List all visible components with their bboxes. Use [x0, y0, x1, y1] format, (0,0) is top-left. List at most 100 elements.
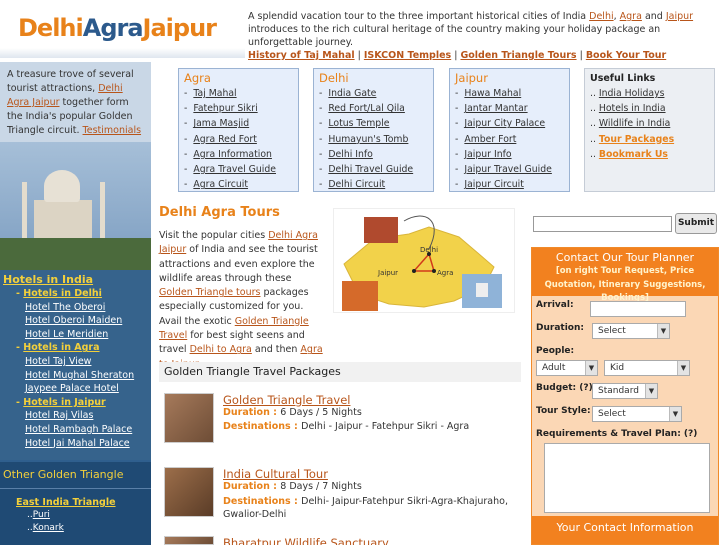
hotels-agra-link[interactable]: Hotels in Agra	[23, 342, 99, 353]
budget-select[interactable]: Standard ▼	[592, 383, 658, 399]
adult-select[interactable]: Adult ▼	[536, 360, 598, 376]
east-india-triangle-link[interactable]: East India Triangle	[0, 496, 151, 509]
useful-link[interactable]: .. India Holidays	[590, 86, 714, 101]
map-label-agra: Agra	[437, 269, 453, 277]
city-link[interactable]: - Amber Fort	[455, 132, 569, 147]
package-title-link[interactable]: Bharatpur Wildlife Sanctuary	[223, 536, 389, 545]
city-link[interactable]: - Delhi Info	[319, 147, 433, 162]
requirements-textarea[interactable]	[544, 443, 710, 513]
tagline: A splendid vacation tour to the three im…	[248, 10, 726, 62]
hotel-link[interactable]: Jaypee Palace Hotel	[0, 382, 151, 396]
agra-box: Agra - Taj Mahal - Fatehpur Sikri - Jama Ma…	[178, 68, 299, 192]
planner-header: Contact Our Tour Planner [on right Tour …	[532, 248, 718, 303]
package-duration: Duration : 6 Days / 5 Nights	[223, 407, 362, 418]
package-title-link[interactable]: India Cultural Tour	[223, 467, 328, 481]
hotel-link[interactable]: Hotel Raj Vilas	[0, 409, 151, 423]
tours-link[interactable]: Delhi to Agra	[190, 344, 252, 355]
package-thumbnail[interactable]	[164, 536, 214, 545]
hotels-india-link[interactable]: Hotels in India	[0, 272, 151, 287]
other-item[interactable]: ..Konark	[0, 522, 151, 535]
arrival-input[interactable]	[590, 301, 686, 317]
golden-triangle-link[interactable]: Golden Triangle Tours	[460, 50, 576, 61]
contact-info-header: Your Contact Information	[532, 516, 718, 544]
package-item: Bharatpur Wildlife Sanctuary	[159, 536, 521, 545]
city-link[interactable]: - Delhi Travel Guide	[319, 162, 433, 177]
city-link[interactable]: - Jaipur Circuit	[455, 177, 569, 192]
hotels-jaipur-link[interactable]: Hotels in Jaipur	[23, 397, 105, 408]
kid-select[interactable]: Kid ▼	[604, 360, 690, 376]
hotel-link[interactable]: Hotel Rambagh Palace	[0, 423, 151, 437]
package-thumbnail[interactable]	[164, 467, 214, 517]
city-link[interactable]: - Jaipur City Palace	[455, 116, 569, 131]
golden-triangle-map: Delhi Agra Jaipur	[333, 208, 515, 313]
city-link[interactable]: - Jaipur Travel Guide	[455, 162, 569, 177]
city-link[interactable]: - Agra Travel Guide	[184, 162, 298, 177]
city-link[interactable]: - Delhi Circuit	[319, 177, 433, 192]
city-link[interactable]: - Red Fort/Lal Qila	[319, 101, 433, 116]
taj-mahal-image	[0, 142, 151, 270]
book-tour-link[interactable]: Book Your Tour	[586, 50, 666, 61]
package-title-link[interactable]: Golden Triangle Travel	[223, 393, 350, 407]
tours-link[interactable]: Golden Triangle tours	[159, 287, 260, 298]
city-link[interactable]: - India Gate	[319, 86, 433, 101]
hotels-delhi-link[interactable]: Hotels in Delhi	[23, 288, 102, 299]
city-link[interactable]: - Humayun's Tomb	[319, 132, 433, 147]
city-link[interactable]: - Jantar Mantar	[455, 101, 569, 116]
people-label: People:	[536, 346, 575, 356]
delhi-box-title: Delhi	[319, 71, 349, 85]
city-link[interactable]: - Hawa Mahal	[455, 86, 569, 101]
city-link[interactable]: - Jaipur Info	[455, 147, 569, 162]
arrival-label: Arrival:	[536, 300, 574, 310]
iskcon-link[interactable]: ISKCON Temples	[364, 50, 451, 61]
planner-title: Contact Our Tour Planner	[555, 251, 695, 264]
tour-style-select[interactable]: Select ▼	[592, 406, 682, 422]
hotel-link[interactable]: Hotel Jai Mahal Palace	[0, 437, 151, 451]
city-link[interactable]: - Taj Mahal	[184, 86, 298, 101]
duration-label: Duration:	[536, 323, 584, 333]
budget-label: Budget: (?)	[536, 383, 593, 393]
left-sidebar: A treasure trove of several tourist attr…	[0, 0, 151, 545]
useful-links-title: Useful Links	[590, 73, 656, 84]
taj-history-link[interactable]: History of Taj Mahal	[248, 50, 355, 61]
city-link[interactable]: - Agra Red Fort	[184, 132, 298, 147]
site-logo[interactable]: DelhiAgraJaipur	[0, 0, 245, 62]
city-link[interactable]: - Fatehpur Sikri	[184, 101, 298, 116]
delhi-box: Delhi - India Gate - Red Fort/Lal Qila - Lo…	[313, 68, 434, 192]
jaipur-link[interactable]: Jaipur	[666, 11, 693, 22]
map-label-jaipur: Jaipur	[377, 269, 398, 277]
hotel-link[interactable]: Hotel Oberoi Maiden	[0, 314, 151, 328]
hotel-link[interactable]: Hotel The Oberoi	[0, 301, 151, 315]
useful-link[interactable]: .. Bookmark Us	[590, 147, 714, 162]
package-thumbnail[interactable]	[164, 393, 214, 443]
city-link[interactable]: - Agra Information	[184, 147, 298, 162]
agra-link[interactable]: Agra	[620, 11, 642, 22]
useful-link[interactable]: .. Tour Packages	[590, 132, 714, 147]
search-input[interactable]	[533, 216, 672, 232]
other-item[interactable]: ..Puri	[0, 509, 151, 522]
intro-box: A treasure trove of several tourist attr…	[0, 62, 151, 142]
testimonials-link[interactable]: Testimonials	[83, 125, 141, 136]
other-triangle-menu: Other Golden Triangle East India Triangl…	[0, 462, 151, 545]
city-link[interactable]: - Agra Circuit	[184, 177, 298, 192]
top-links: History of Taj Mahal | ISKCON Temples | …	[248, 50, 667, 61]
package-duration: Duration : 8 Days / 7 Nights	[223, 481, 362, 492]
hotel-link[interactable]: Hotel Taj View	[0, 355, 151, 369]
duration-select[interactable]: Select ▼	[592, 323, 670, 339]
useful-link[interactable]: .. Hotels in India	[590, 101, 714, 116]
hotels-group-delhi: - Hotels in Delhi	[16, 288, 102, 299]
submit-button[interactable]: Submit	[675, 213, 717, 234]
packages-heading: Golden Triangle Travel Packages	[159, 362, 521, 382]
hotels-group-agra: - Hotels in Agra	[16, 342, 100, 354]
city-link[interactable]: - Jama Masjid	[184, 116, 298, 131]
map-label-delhi: Delhi	[420, 246, 438, 254]
jaipur-box-title: Jaipur	[455, 71, 488, 85]
other-triangle-heading: Other Golden Triangle	[3, 468, 124, 481]
requirements-label: Requirements & Travel Plan: (?)	[536, 429, 698, 439]
hotel-link[interactable]: Hotel Mughal Sheraton	[0, 369, 151, 383]
package-item: Golden Triangle Travel Duration : 6 Days…	[159, 393, 521, 445]
city-link[interactable]: - Lotus Temple	[319, 116, 433, 131]
jaipur-box: Jaipur - Hawa Mahal - Jantar Mantar - Jaipu…	[449, 68, 570, 192]
delhi-link[interactable]: Delhi	[589, 11, 613, 22]
useful-link[interactable]: .. Wildlife in India	[590, 116, 714, 131]
hotel-link[interactable]: Hotel Le Meridien	[0, 328, 151, 342]
